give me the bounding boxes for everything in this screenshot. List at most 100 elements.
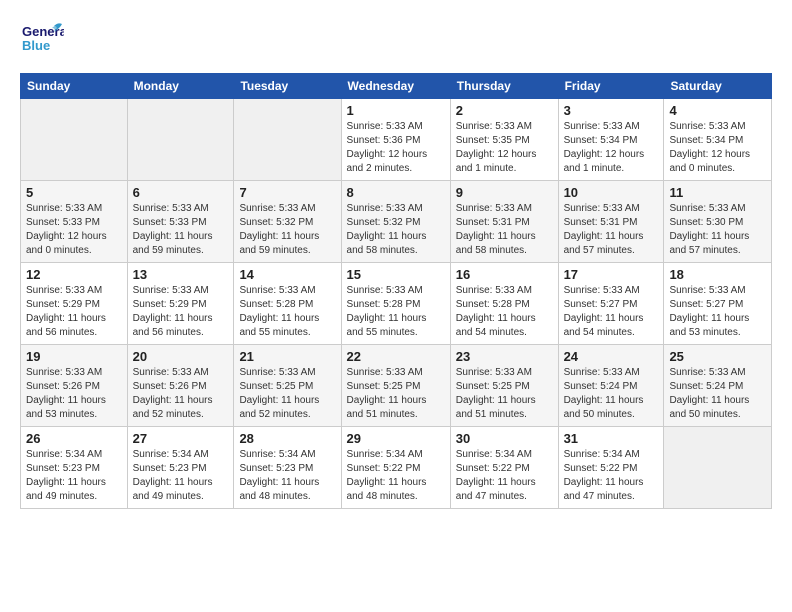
day-info: Sunrise: 5:33 AM Sunset: 5:31 PM Dayligh… [456,202,553,258]
day-number: 5 [26,185,122,200]
day-info: Sunrise: 5:33 AM Sunset: 5:24 PM Dayligh… [564,366,659,422]
day-cell: 18 Sunrise: 5:33 AM Sunset: 5:27 PM Dayli… [664,263,772,345]
day-number: 23 [456,349,553,364]
day-info: Sunrise: 5:33 AM Sunset: 5:35 PM Dayligh… [456,120,553,176]
day-number: 10 [564,185,659,200]
day-info: Sunrise: 5:33 AM Sunset: 5:26 PM Dayligh… [26,366,122,422]
weekday-header-thursday: Thursday [450,74,558,99]
day-cell: 5 Sunrise: 5:33 AM Sunset: 5:33 PM Daylig… [21,181,128,263]
day-number: 16 [456,267,553,282]
day-cell [234,99,341,181]
day-info: Sunrise: 5:33 AM Sunset: 5:36 PM Dayligh… [347,120,445,176]
day-cell: 24 Sunrise: 5:33 AM Sunset: 5:24 PM Dayli… [558,345,664,427]
day-number: 11 [669,185,766,200]
day-info: Sunrise: 5:33 AM Sunset: 5:27 PM Dayligh… [564,284,659,340]
day-number: 25 [669,349,766,364]
day-number: 22 [347,349,445,364]
day-number: 18 [669,267,766,282]
header: General Blue [20,16,772,65]
day-info: Sunrise: 5:33 AM Sunset: 5:34 PM Dayligh… [669,120,766,176]
day-number: 1 [347,103,445,118]
day-info: Sunrise: 5:33 AM Sunset: 5:26 PM Dayligh… [133,366,229,422]
svg-text:Blue: Blue [22,38,50,53]
day-cell: 9Sunrise: 5:33 AM Sunset: 5:31 PM Daylig… [450,181,558,263]
day-cell: 23Sunrise: 5:33 AM Sunset: 5:25 PM Dayli… [450,345,558,427]
calendar-table: SundayMondayTuesdayWednesdayThursdayFrid… [20,73,772,509]
day-cell: 16 Sunrise: 5:33 AM Sunset: 5:28 PM Dayli… [450,263,558,345]
week-row-4: 19 Sunrise: 5:33 AM Sunset: 5:26 PM Dayli… [21,345,772,427]
day-info: Sunrise: 5:33 AM Sunset: 5:31 PM Dayligh… [564,202,659,258]
day-cell: 15 Sunrise: 5:33 AM Sunset: 5:28 PM Dayli… [341,263,450,345]
day-info: Sunrise: 5:33 AM Sunset: 5:28 PM Dayligh… [347,284,445,340]
day-cell: 20 Sunrise: 5:33 AM Sunset: 5:26 PM Dayli… [127,345,234,427]
day-cell: 3Sunrise: 5:33 AM Sunset: 5:34 PM Daylig… [558,99,664,181]
day-cell: 7Sunrise: 5:33 AM Sunset: 5:32 PM Daylig… [234,181,341,263]
day-number: 26 [26,431,122,446]
day-number: 3 [564,103,659,118]
day-number: 20 [133,349,229,364]
day-info: Sunrise: 5:33 AM Sunset: 5:33 PM Dayligh… [133,202,229,258]
day-number: 15 [347,267,445,282]
day-cell: 30 Sunrise: 5:34 AM Sunset: 5:22 PM Dayli… [450,427,558,509]
day-info: Sunrise: 5:34 AM Sunset: 5:22 PM Dayligh… [456,448,553,504]
day-cell: 4 Sunrise: 5:33 AM Sunset: 5:34 PM Daylig… [664,99,772,181]
day-cell: 31 Sunrise: 5:34 AM Sunset: 5:22 PM Dayli… [558,427,664,509]
day-cell [664,427,772,509]
day-info: Sunrise: 5:33 AM Sunset: 5:28 PM Dayligh… [456,284,553,340]
day-info: Sunrise: 5:33 AM Sunset: 5:27 PM Dayligh… [669,284,766,340]
day-number: 6 [133,185,229,200]
day-info: Sunrise: 5:33 AM Sunset: 5:29 PM Dayligh… [133,284,229,340]
weekday-header-row: SundayMondayTuesdayWednesdayThursdayFrid… [21,74,772,99]
day-info: Sunrise: 5:33 AM Sunset: 5:29 PM Dayligh… [26,284,122,340]
day-cell: 22 Sunrise: 5:33 AM Sunset: 5:25 PM Dayli… [341,345,450,427]
day-info: Sunrise: 5:33 AM Sunset: 5:25 PM Dayligh… [239,366,335,422]
day-info: Sunrise: 5:34 AM Sunset: 5:23 PM Dayligh… [239,448,335,504]
weekday-header-sunday: Sunday [21,74,128,99]
day-cell: 10 Sunrise: 5:33 AM Sunset: 5:31 PM Dayli… [558,181,664,263]
week-row-1: 1 Sunrise: 5:33 AM Sunset: 5:36 PM Daylig… [21,99,772,181]
day-number: 19 [26,349,122,364]
day-cell: 1 Sunrise: 5:33 AM Sunset: 5:36 PM Daylig… [341,99,450,181]
day-info: Sunrise: 5:33 AM Sunset: 5:25 PM Dayligh… [347,366,445,422]
day-number: 14 [239,267,335,282]
day-number: 24 [564,349,659,364]
day-number: 2 [456,103,553,118]
day-info: Sunrise: 5:33 AM Sunset: 5:32 PM Dayligh… [347,202,445,258]
day-number: 30 [456,431,553,446]
day-number: 8 [347,185,445,200]
weekday-header-wednesday: Wednesday [341,74,450,99]
day-cell: 29Sunrise: 5:34 AM Sunset: 5:22 PM Dayli… [341,427,450,509]
day-number: 4 [669,103,766,118]
day-info: Sunrise: 5:33 AM Sunset: 5:32 PM Dayligh… [239,202,335,258]
day-cell: 21 Sunrise: 5:33 AM Sunset: 5:25 PM Dayli… [234,345,341,427]
weekday-header-friday: Friday [558,74,664,99]
day-info: Sunrise: 5:33 AM Sunset: 5:33 PM Dayligh… [26,202,122,258]
week-row-5: 26 Sunrise: 5:34 AM Sunset: 5:23 PM Dayli… [21,427,772,509]
day-info: Sunrise: 5:34 AM Sunset: 5:23 PM Dayligh… [133,448,229,504]
day-cell: 13 Sunrise: 5:33 AM Sunset: 5:29 PM Dayli… [127,263,234,345]
day-cell: 28 Sunrise: 5:34 AM Sunset: 5:23 PM Dayli… [234,427,341,509]
day-number: 21 [239,349,335,364]
day-number: 31 [564,431,659,446]
day-cell: 19 Sunrise: 5:33 AM Sunset: 5:26 PM Dayli… [21,345,128,427]
day-number: 13 [133,267,229,282]
main-container: General Blue SundayMondayTuesdayWednesda… [0,0,792,525]
week-row-2: 5 Sunrise: 5:33 AM Sunset: 5:33 PM Daylig… [21,181,772,263]
day-cell: 26 Sunrise: 5:34 AM Sunset: 5:23 PM Dayli… [21,427,128,509]
day-info: Sunrise: 5:33 AM Sunset: 5:24 PM Dayligh… [669,366,766,422]
day-number: 27 [133,431,229,446]
day-cell: 17 Sunrise: 5:33 AM Sunset: 5:27 PM Dayli… [558,263,664,345]
day-info: Sunrise: 5:34 AM Sunset: 5:23 PM Dayligh… [26,448,122,504]
day-cell: 25 Sunrise: 5:33 AM Sunset: 5:24 PM Dayli… [664,345,772,427]
day-cell: 11Sunrise: 5:33 AM Sunset: 5:30 PM Dayli… [664,181,772,263]
weekday-header-saturday: Saturday [664,74,772,99]
day-info: Sunrise: 5:34 AM Sunset: 5:22 PM Dayligh… [564,448,659,504]
day-number: 28 [239,431,335,446]
week-row-3: 12Sunrise: 5:33 AM Sunset: 5:29 PM Dayli… [21,263,772,345]
day-cell: 14 Sunrise: 5:33 AM Sunset: 5:28 PM Dayli… [234,263,341,345]
day-cell: 6 Sunrise: 5:33 AM Sunset: 5:33 PM Daylig… [127,181,234,263]
day-info: Sunrise: 5:33 AM Sunset: 5:28 PM Dayligh… [239,284,335,340]
day-number: 17 [564,267,659,282]
day-info: Sunrise: 5:34 AM Sunset: 5:22 PM Dayligh… [347,448,445,504]
day-cell: 12Sunrise: 5:33 AM Sunset: 5:29 PM Dayli… [21,263,128,345]
